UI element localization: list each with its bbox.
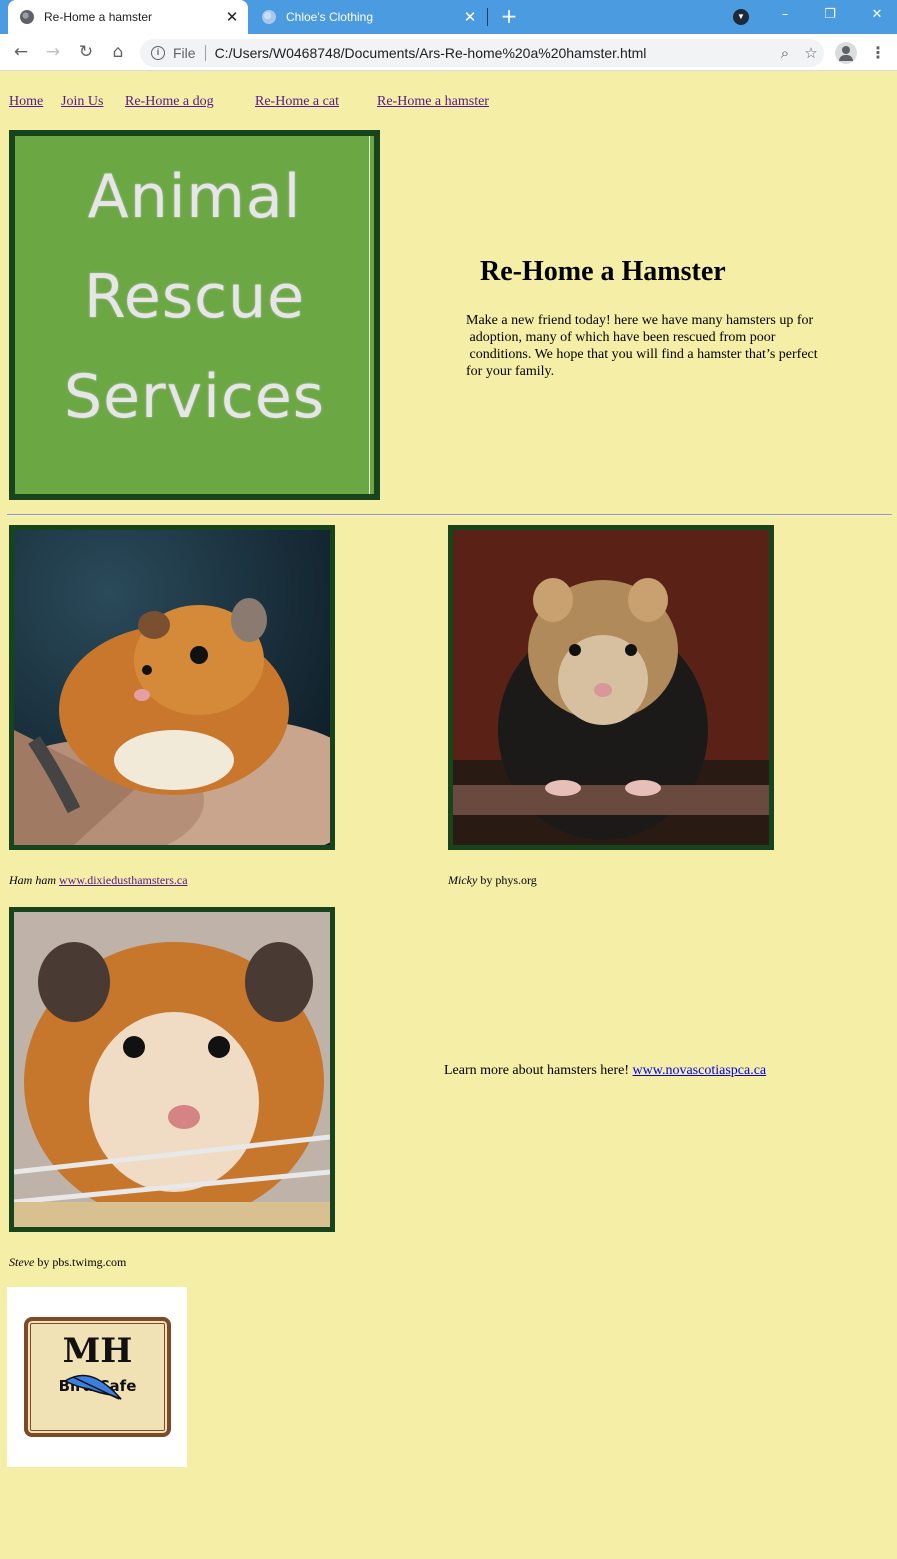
restore-button[interactable]: ❐: [815, 4, 845, 26]
nav-link-home[interactable]: Home: [9, 94, 43, 110]
logo-line-2: Rescue: [83, 262, 306, 332]
caption-separator: by: [477, 873, 496, 887]
nav-link-re-home-cat[interactable]: Re-Home a cat: [255, 94, 339, 110]
tab-re-home-a-hamster[interactable]: Re-Home a hamster ✕: [8, 0, 248, 34]
browser-menu-icon[interactable]: ⋮: [868, 42, 888, 64]
address-url[interactable]: C:/Users/W0468748/Documents/Ars-Re-home%…: [215, 45, 772, 61]
browser-toolbar: ← → ↻ ⌂ i File C:/Users/W0468748/Documen…: [0, 34, 897, 71]
tab-separator: [487, 8, 488, 26]
tab-title: Re-Home a hamster: [44, 10, 153, 24]
address-bar[interactable]: i File C:/Users/W0468748/Documents/Ars-R…: [140, 39, 824, 67]
info-icon[interactable]: i: [151, 46, 165, 60]
mh-bird-cafe-logo[interactable]: MH Bird Cafe: [7, 1287, 187, 1467]
intro-line: adoption, many of which have been rescue…: [466, 330, 776, 345]
hamster-photo-micky: [448, 525, 774, 850]
nav-link-re-home-dog[interactable]: Re-Home a dog: [125, 94, 214, 110]
learn-more-text: Learn more about hamsters here!: [444, 1063, 633, 1078]
back-arrow-icon[interactable]: ←: [10, 41, 32, 63]
credit-text: phys.org: [495, 873, 537, 887]
forward-arrow-icon[interactable]: →: [42, 41, 64, 63]
profile-avatar-icon[interactable]: [835, 42, 857, 64]
hamster-name: Ham ham: [9, 873, 56, 887]
close-icon[interactable]: ✕: [222, 8, 242, 26]
intro-line: Make a new friend today! here we have ma…: [466, 313, 814, 328]
caption-ham-ham: Ham ham www.dixiedusthamsters.ca: [9, 873, 188, 888]
logo-line-1: Animal: [87, 162, 302, 232]
bookmark-star-icon[interactable]: ☆: [798, 44, 824, 62]
hamster-photo-ham-ham: [9, 525, 335, 850]
logo-line-3: Services: [63, 362, 325, 432]
nav-link-re-home-hamster[interactable]: Re-Home a hamster: [377, 94, 489, 110]
credit-link[interactable]: www.dixiedusthamsters.ca: [59, 873, 188, 887]
cafe-logo-title: MH: [62, 1331, 133, 1371]
page-title: Re-Home a Hamster: [480, 256, 726, 287]
bird-feather-icon: [63, 1374, 122, 1400]
hamster-photo-steve: [9, 907, 335, 1232]
intro-line: conditions. We hope that you will find a…: [466, 347, 818, 362]
minimize-button[interactable]: –: [770, 4, 800, 26]
animal-rescue-logo: Animal Rescue Services: [9, 130, 380, 500]
tab-search-icon[interactable]: ▼: [733, 9, 749, 25]
globe-icon: [262, 10, 276, 24]
hamster-name: Steve: [9, 1255, 35, 1269]
intro-line: for your family.: [466, 364, 555, 379]
address-divider: [204, 45, 206, 61]
tab-bar: Re-Home a hamster ✕ Chloe's Clothing ✕ +…: [0, 0, 897, 34]
window-close-button[interactable]: ✕: [862, 4, 892, 26]
reload-icon[interactable]: ↻: [75, 41, 97, 63]
zoom-icon[interactable]: ⌕: [772, 44, 798, 62]
page-content: Home Join Us Re-Home a dog Re-Home a cat…: [0, 72, 897, 1559]
hamster-name: Micky: [448, 873, 478, 887]
learn-more-link[interactable]: www.novascotiaspca.ca: [633, 1063, 767, 1078]
home-icon[interactable]: ⌂: [107, 41, 129, 63]
new-tab-button[interactable]: +: [498, 5, 520, 27]
caption-separator: by: [34, 1255, 53, 1269]
close-icon[interactable]: ✕: [460, 8, 480, 26]
horizontal-rule: [7, 514, 892, 516]
address-scheme: File: [173, 45, 196, 61]
learn-more: Learn more about hamsters here! www.nova…: [444, 1063, 766, 1079]
tab-chloes-clothing[interactable]: Chloe's Clothing ✕: [250, 0, 486, 34]
nav-link-join-us[interactable]: Join Us: [61, 94, 103, 110]
caption-micky: Micky by phys.org: [448, 873, 537, 888]
globe-icon: [20, 10, 34, 24]
caption-steve: Steve by pbs.twimg.com: [9, 1255, 126, 1270]
credit-text: pbs.twimg.com: [52, 1255, 127, 1269]
intro-text: Make a new friend today! here we have ma…: [466, 312, 838, 380]
tab-title: Chloe's Clothing: [286, 10, 374, 24]
